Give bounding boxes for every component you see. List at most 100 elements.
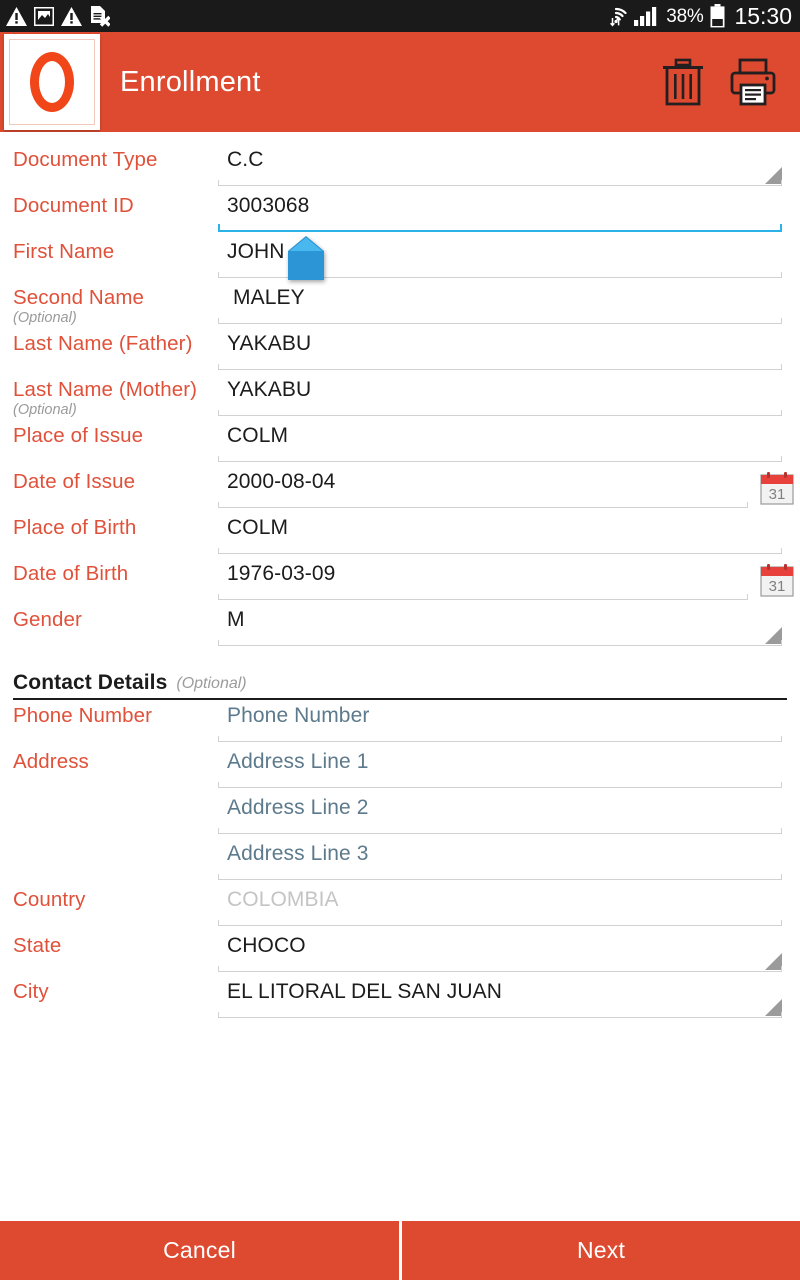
print-button[interactable] [730,56,776,108]
cellular-signal-icon [634,7,657,26]
field-placeholder: Address Line 3 [227,842,369,865]
app-bar-actions [660,56,800,108]
page-title: Enrollment [120,65,261,98]
field-label: City [13,980,49,1003]
section-optional-note: (Optional) [176,675,247,692]
field-value: COLM [227,516,289,539]
label-document-type: Document Type [0,144,215,172]
place-of-issue-input[interactable]: COLM [215,420,800,466]
second-name-input[interactable]: MALEY [215,282,800,328]
phone-number-input[interactable]: Phone Number [215,700,800,746]
field-row-document-id: Document ID 3003068 [0,190,800,236]
label-address-line-2 [0,792,215,797]
wifi-transfer-icon [610,7,627,27]
document-type-spinner[interactable]: C.C [215,144,800,190]
printer-icon [730,58,776,106]
calendar-icon[interactable]: 31 [760,471,794,505]
field-row-last-name-mother: Last Name (Mother) (Optional) YAKABU [0,374,800,420]
field-underline [218,736,782,742]
photo-icon [34,6,54,26]
last-name-father-input[interactable]: YAKABU [215,328,800,374]
enrollment-form: Document Type C.C Document ID 3003068 Fi… [0,132,800,1220]
field-label: Document Type [13,148,158,171]
place-of-birth-input[interactable]: COLM [215,512,800,558]
trash-icon [663,58,703,106]
label-country: Country [0,884,215,912]
field-underline [218,364,782,370]
field-underline [218,594,748,600]
field-underline [218,456,782,462]
field-underline [218,966,782,972]
calendar-icon[interactable]: 31 [760,563,794,597]
field-underline [218,828,782,834]
status-bar-clock: 15:30 [734,2,792,29]
address-line-2-input[interactable]: Address Line 2 [215,792,800,838]
svg-text:31: 31 [769,486,786,503]
field-optional-note: (Optional) [13,309,77,326]
field-value: 2000-08-04 [227,470,336,493]
field-row-document-type: Document Type C.C [0,144,800,190]
next-button[interactable]: Next [402,1221,800,1280]
field-row-country: Country COLOMBIA [0,884,800,930]
gender-spinner[interactable]: M [215,604,800,650]
field-label: Date of Issue [13,470,136,493]
field-value: 3003068 [227,194,310,217]
field-row-place-of-issue: Place of Issue COLM [0,420,800,466]
field-value: M [227,608,245,631]
chevron-down-icon [765,167,782,184]
label-address: Address [0,746,215,774]
field-underline-focused [218,224,782,232]
label-place-of-birth: Place of Birth [0,512,215,540]
chevron-down-icon [765,999,782,1016]
field-underline [218,782,782,788]
label-gender: Gender [0,604,215,632]
field-underline [218,640,782,646]
field-placeholder: Phone Number [227,704,370,727]
field-optional-note: (Optional) [13,401,77,418]
section-title: Contact Details [13,671,168,694]
address-line-3-input[interactable]: Address Line 3 [215,838,800,884]
field-underline [218,180,782,186]
label-date-of-issue: Date of Issue [0,466,215,494]
warning-triangle-icon [61,6,82,26]
field-label: First Name [13,240,115,263]
logo-inner-frame [9,39,95,125]
battery-icon [710,4,725,28]
address-line-1-input[interactable]: Address Line 1 [215,746,800,792]
status-bar-right-icons: 38% 15:30 [605,4,792,28]
field-row-date-of-birth: Date of Birth 1976-03-09 31 [0,558,800,604]
field-value: YAKABU [227,332,312,355]
field-value: C.C [227,148,264,171]
label-last-name-father: Last Name (Father) [0,328,215,356]
text-cursor-handle[interactable] [288,236,324,280]
field-label: Document ID [13,194,134,217]
field-value: CHOCO [227,934,306,957]
field-value: JOHN [227,240,285,263]
field-label: Place of Issue [13,424,144,447]
field-underline [218,410,782,416]
document-id-input[interactable]: 3003068 [215,190,800,236]
date-of-birth-input[interactable]: 1976-03-09 31 [215,558,800,604]
field-row-last-name-father: Last Name (Father) YAKABU [0,328,800,374]
footer-button-bar: Cancel Next [0,1221,800,1280]
delete-button[interactable] [660,56,706,108]
status-bar: 38% 15:30 [0,0,800,32]
field-row-first-name: First Name JOHN [0,236,800,282]
section-contact-details: Contact Details (Optional) [0,656,800,700]
enrollment-screen: 38% 15:30 Enrollment Document Type C.C D… [0,0,800,1280]
field-value: EL LITORAL DEL SAN JUAN [227,980,503,1003]
field-underline [218,548,782,554]
field-row-state: State CHOCO [0,930,800,976]
label-first-name: First Name [0,236,215,264]
state-spinner[interactable]: CHOCO [215,930,800,976]
last-name-mother-input[interactable]: YAKABU [215,374,800,420]
chevron-down-icon [765,953,782,970]
app-logo-o-icon [4,34,100,130]
field-row-second-name: Second Name (Optional) MALEY [0,282,800,328]
field-value: 1976-03-09 [227,562,336,585]
date-of-issue-input[interactable]: 2000-08-04 31 [215,466,800,512]
cancel-button[interactable]: Cancel [0,1221,399,1280]
field-label: State [13,934,62,957]
label-address-line-3 [0,838,215,843]
city-spinner[interactable]: EL LITORAL DEL SAN JUAN [215,976,800,1022]
